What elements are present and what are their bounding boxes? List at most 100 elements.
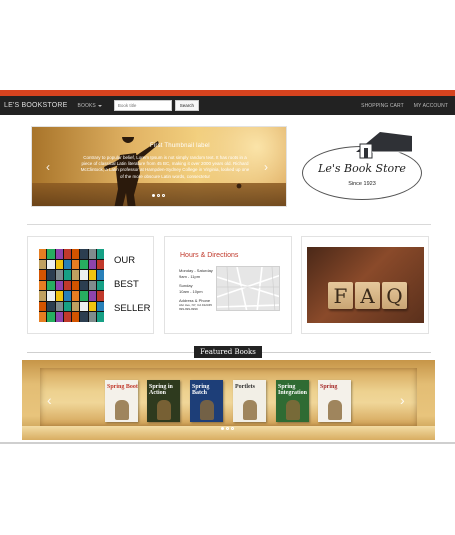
- book-cover-thumb: [72, 249, 80, 259]
- store-logo[interactable]: Le's Book Store Since 1923: [293, 126, 431, 211]
- book-cover-thumb: [80, 259, 88, 270]
- book-cover-thumb: [96, 249, 104, 259]
- carousel-indicator[interactable]: [231, 427, 234, 430]
- book-cover-illustration: [200, 400, 214, 420]
- book-cover-illustration: [243, 400, 257, 420]
- chevron-down-icon: [97, 104, 102, 107]
- book-cover-thumb: [47, 280, 55, 291]
- book-cover-thumb: [80, 270, 88, 280]
- featured-book-cover[interactable]: Spring in Action: [147, 380, 180, 422]
- hero-caption: First Thumbnail label: [150, 143, 210, 149]
- book-cover-thumb: [88, 270, 96, 280]
- book-cover-thumb: [63, 291, 71, 301]
- book-cover-thumb: [47, 249, 55, 259]
- book-cover-thumb: [63, 270, 71, 280]
- hours-directions-tile[interactable]: Hours & Directions Monday - Saturday 9am…: [164, 236, 292, 334]
- book-cover-thumb: [88, 301, 96, 312]
- book-cover-thumb: [72, 291, 80, 301]
- section-divider: [27, 224, 431, 225]
- book-cover-thumb: [63, 280, 71, 291]
- hero-text: Contrary to popular belief, Lorem Ipsum …: [80, 155, 250, 179]
- map-image[interactable]: [216, 266, 280, 311]
- search-input[interactable]: [113, 100, 172, 111]
- book-cover-thumb: [80, 291, 88, 301]
- book-cover-thumb: [72, 280, 80, 291]
- featured-book-title: Spring: [320, 384, 338, 390]
- book-cover-thumb: [39, 291, 47, 301]
- logo-title: Le's Book Store: [318, 162, 406, 175]
- weekday-hours: 9am - 11pm: [179, 274, 201, 279]
- book-cover-thumb: [80, 249, 88, 259]
- book-cover-thumb: [39, 249, 47, 259]
- book-cover-thumb: [55, 301, 63, 312]
- carousel-prev-icon[interactable]: ‹: [46, 161, 50, 173]
- brand-link[interactable]: LE'S BOOKSTORE: [0, 102, 68, 109]
- book-cover-illustration: [328, 400, 342, 420]
- book-cover-thumb: [63, 312, 71, 322]
- featured-book-title: Spring in Action: [149, 384, 173, 396]
- book-cover-thumb: [88, 280, 96, 291]
- book-cover-illustration: [157, 400, 171, 420]
- featured-book-title: Spring Batch: [192, 384, 210, 396]
- featured-book-title: Spring Integration: [278, 384, 307, 396]
- books-dropdown[interactable]: BOOKS: [78, 103, 102, 109]
- shelf-next-icon[interactable]: ›: [400, 393, 405, 407]
- book-cover-thumb: [96, 312, 104, 322]
- bestseller-word-seller: SELLER: [114, 303, 151, 314]
- book-cover-thumb: [96, 280, 104, 291]
- faq-tile[interactable]: F A Q: [301, 236, 429, 334]
- book-cover-thumb: [47, 270, 55, 280]
- carousel-indicator[interactable]: [157, 194, 160, 197]
- book-cover-thumb: [88, 249, 96, 259]
- cricket-ball-icon: [236, 183, 242, 189]
- house-roof-icon: [356, 132, 412, 159]
- shelf-carousel-indicators: [221, 427, 234, 430]
- bestseller-word-our: OUR: [114, 255, 136, 266]
- carousel-indicator[interactable]: [162, 194, 165, 197]
- book-cover-thumb: [39, 312, 47, 322]
- best-seller-tile[interactable]: OUR BEST SELLER: [27, 236, 154, 334]
- logo-subtitle: Since 1923: [348, 181, 376, 187]
- book-cover-thumb: [63, 259, 71, 270]
- featured-book-cover[interactable]: Spring: [318, 380, 351, 422]
- book-cover-thumb: [80, 301, 88, 312]
- faq-letter-block: A: [355, 282, 380, 309]
- shelf-prev-icon[interactable]: ‹: [47, 393, 52, 407]
- bestseller-books-collage: [39, 249, 104, 322]
- book-cover-thumb: [47, 312, 55, 322]
- carousel-indicator[interactable]: [221, 427, 224, 430]
- featured-book-title: Spring Boot: [107, 384, 138, 390]
- featured-book-cover[interactable]: Portlets: [233, 380, 266, 422]
- featured-book-cover[interactable]: Spring Boot: [105, 380, 138, 422]
- phone-number: 999-999-9999: [179, 307, 198, 311]
- book-cover-thumb: [47, 259, 55, 270]
- books-dropdown-label: BOOKS: [77, 102, 96, 109]
- featured-book-cover[interactable]: Spring Batch: [190, 380, 223, 422]
- book-cover-thumb: [55, 280, 63, 291]
- shopping-cart-link[interactable]: SHOPPING CART: [361, 103, 404, 109]
- bestseller-word-best: BEST: [114, 279, 139, 290]
- carousel-next-icon[interactable]: ›: [264, 161, 268, 173]
- book-cover-thumb: [63, 301, 71, 312]
- book-cover-thumb: [55, 312, 63, 322]
- faq-letter-block: Q: [382, 282, 407, 309]
- carousel-indicator[interactable]: [152, 194, 155, 197]
- nav-right-links: SHOPPING CART MY ACCOUNT: [361, 103, 455, 109]
- book-cover-thumb: [39, 280, 47, 291]
- book-cover-thumb: [63, 249, 71, 259]
- book-cover-thumb: [72, 270, 80, 280]
- book-cover-thumb: [72, 312, 80, 322]
- weekday-label: Monday - Saturday: [179, 268, 213, 273]
- book-cover-thumb: [72, 301, 80, 312]
- book-cover-thumb: [88, 291, 96, 301]
- hero-carousel[interactable]: First Thumbnail label Contrary to popula…: [31, 126, 287, 207]
- map-roads: [217, 267, 279, 310]
- search-button[interactable]: Search: [174, 100, 199, 111]
- my-account-link[interactable]: MY ACCOUNT: [414, 103, 448, 109]
- featured-book-cover[interactable]: Spring Integration: [276, 380, 309, 422]
- carousel-indicator[interactable]: [226, 427, 229, 430]
- book-cover-thumb: [88, 259, 96, 270]
- navbar: LE'S BOOKSTORE BOOKS Search SHOPPING CAR…: [0, 96, 455, 115]
- book-cover-illustration: [115, 400, 129, 420]
- book-cover-illustration: [286, 400, 300, 420]
